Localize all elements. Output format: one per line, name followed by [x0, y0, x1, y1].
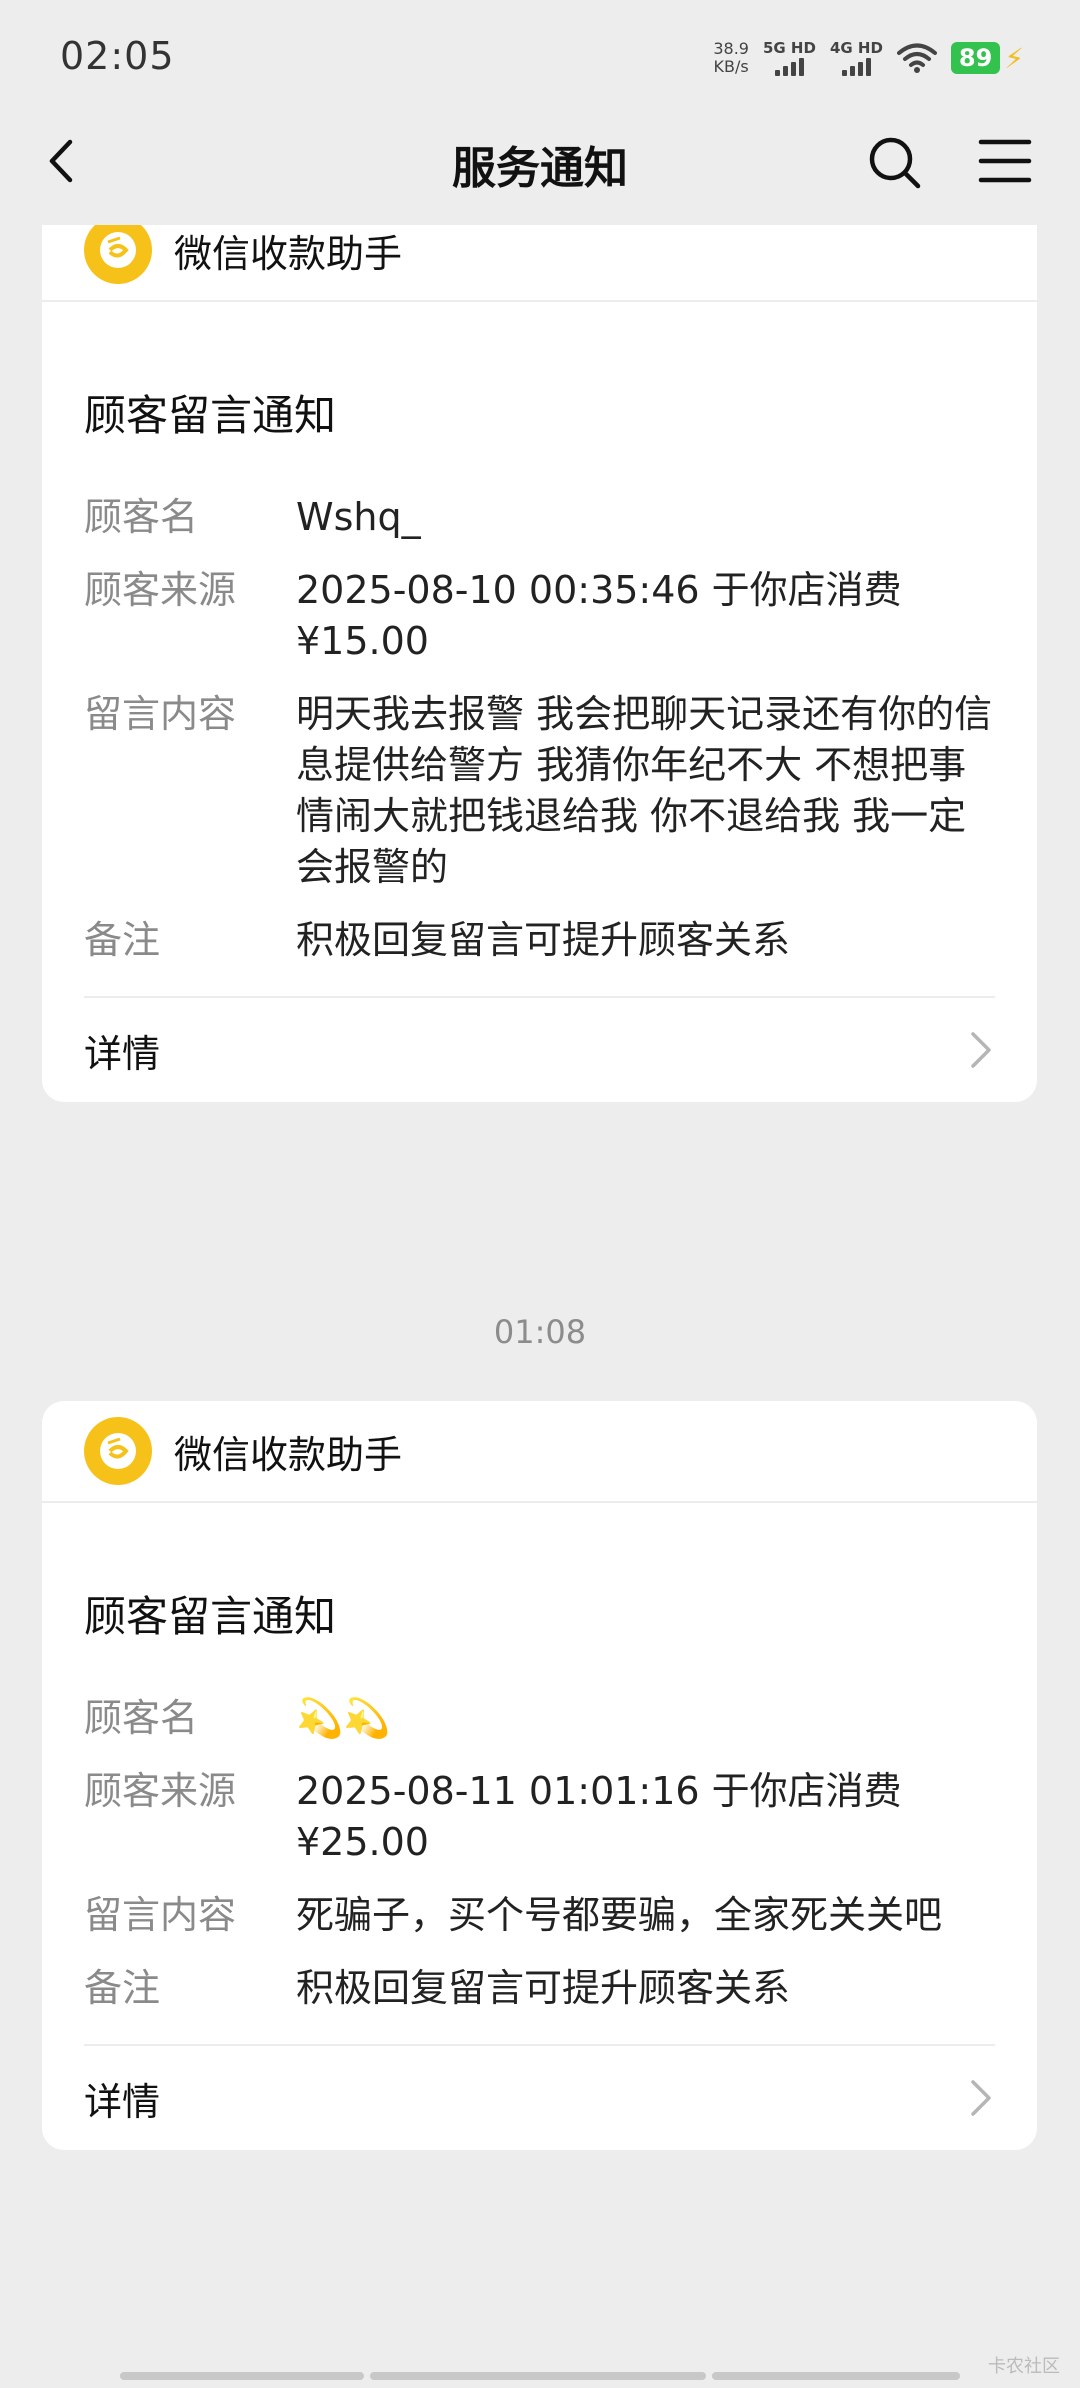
card-header[interactable]: 微信收款助手 — [42, 1401, 1037, 1503]
chevron-right-icon — [971, 2080, 991, 2116]
signal-4g-icon: 4G HD — [830, 40, 883, 76]
details-link[interactable]: 详情 — [84, 2044, 995, 2150]
field-value: Wshq_ — [296, 495, 421, 539]
wifi-icon — [896, 43, 937, 73]
field-label: 备注 — [84, 1966, 161, 2010]
charging-bolt-icon: ⚡ — [1004, 41, 1024, 75]
field-customer-name: 顾客名 💫💫 — [84, 1693, 995, 1744]
field-value: 积极回复留言可提升顾客关系 — [296, 918, 791, 962]
notification-card[interactable]: 微信收款助手 顾客留言通知 顾客名 💫💫 顾客来源 2025-08-11 01:… — [42, 1401, 1037, 2150]
field-message-content: 留言内容 死骗子，买个号都要骗，全家死关关吧 — [84, 1890, 995, 1941]
network-speed: 38.9 KB/s — [713, 40, 749, 76]
card-body: 顾客留言通知 顾客名 Wshq_ 顾客来源 2025-08-10 00:35:4… — [42, 302, 1037, 966]
signal-4g-label: 4G HD — [829, 39, 883, 57]
time-divider: 01:08 — [493, 1313, 587, 1351]
card-header[interactable]: 微信收款助手 — [42, 225, 1037, 302]
field-customer-source: 顾客来源 2025-08-11 01:01:16 于你店消费 ¥25.00 — [84, 1766, 995, 1868]
field-remark: 备注 积极回复留言可提升顾客关系 — [84, 1963, 995, 2014]
field-label: 顾客来源 — [84, 1769, 237, 1813]
card-body: 顾客留言通知 顾客名 💫💫 顾客来源 2025-08-11 01:01:16 于… — [42, 1503, 1037, 2014]
status-icons: 38.9 KB/s 5G HD 4G HD 89 ⚡ — [713, 36, 1024, 80]
status-time: 02:05 — [60, 34, 175, 78]
field-value: 死骗子，买个号都要骗，全家死关关吧 — [296, 1893, 943, 1937]
menu-icon[interactable] — [978, 136, 1032, 186]
field-customer-source: 顾客来源 2025-08-10 00:35:46 于你店消费 ¥15.00 — [84, 565, 995, 667]
message-list[interactable]: 微信收款助手 顾客留言通知 顾客名 Wshq_ 顾客来源 2025-08-10 … — [0, 225, 1080, 2388]
battery-level: 89 — [950, 42, 1001, 74]
payment-assistant-logo-icon — [84, 1417, 152, 1485]
field-remark: 备注 积极回复留言可提升顾客关系 — [84, 915, 995, 966]
card-title: 顾客留言通知 — [84, 1592, 337, 1641]
details-link[interactable]: 详情 — [84, 996, 995, 1102]
status-bar: 02:05 38.9 KB/s 5G HD 4G HD 89 ⚡ — [0, 0, 1080, 110]
app-name: 微信收款助手 — [174, 231, 403, 276]
payment-assistant-logo-icon — [84, 225, 152, 284]
field-label: 顾客来源 — [84, 568, 237, 612]
network-speed-value: 38.9 — [713, 39, 749, 58]
chevron-right-icon — [971, 1032, 991, 1068]
notification-card[interactable]: 微信收款助手 顾客留言通知 顾客名 Wshq_ 顾客来源 2025-08-10 … — [42, 225, 1037, 1102]
watermark: 卡农社区 — [988, 2356, 1060, 2377]
field-value: 2025-08-11 01:01:16 于你店消费 ¥25.00 — [296, 1769, 902, 1864]
app-name: 微信收款助手 — [174, 1432, 403, 1477]
field-value: 明天我去报警 我会把聊天记录还有你的信息提供给警方 我猜你年纪不大 不想把事情闹… — [296, 692, 993, 889]
field-customer-name: 顾客名 Wshq_ — [84, 492, 995, 543]
field-value: 积极回复留言可提升顾客关系 — [296, 1966, 791, 2010]
nav-bar: 服务通知 — [0, 110, 1080, 215]
field-label: 顾客名 — [84, 1696, 199, 1740]
network-speed-unit: KB/s — [713, 57, 749, 76]
search-icon[interactable] — [866, 134, 922, 190]
card-title: 顾客留言通知 — [84, 391, 337, 440]
field-label: 留言内容 — [84, 1893, 237, 1937]
battery-icon: 89 ⚡ — [950, 41, 1024, 75]
details-label: 详情 — [84, 1031, 161, 1076]
home-indicator — [120, 2372, 960, 2380]
field-value: 💫💫 — [296, 1696, 391, 1740]
field-value: 2025-08-10 00:35:46 于你店消费 ¥15.00 — [296, 568, 902, 663]
signal-5g-label: 5G HD — [762, 39, 816, 57]
field-label: 备注 — [84, 918, 161, 962]
details-label: 详情 — [84, 2079, 161, 2124]
signal-5g-icon: 5G HD — [763, 40, 816, 76]
field-message-content: 留言内容 明天我去报警 我会把聊天记录还有你的信息提供给警方 我猜你年纪不大 不… — [84, 689, 995, 893]
field-label: 顾客名 — [84, 495, 199, 539]
field-label: 留言内容 — [84, 692, 237, 736]
